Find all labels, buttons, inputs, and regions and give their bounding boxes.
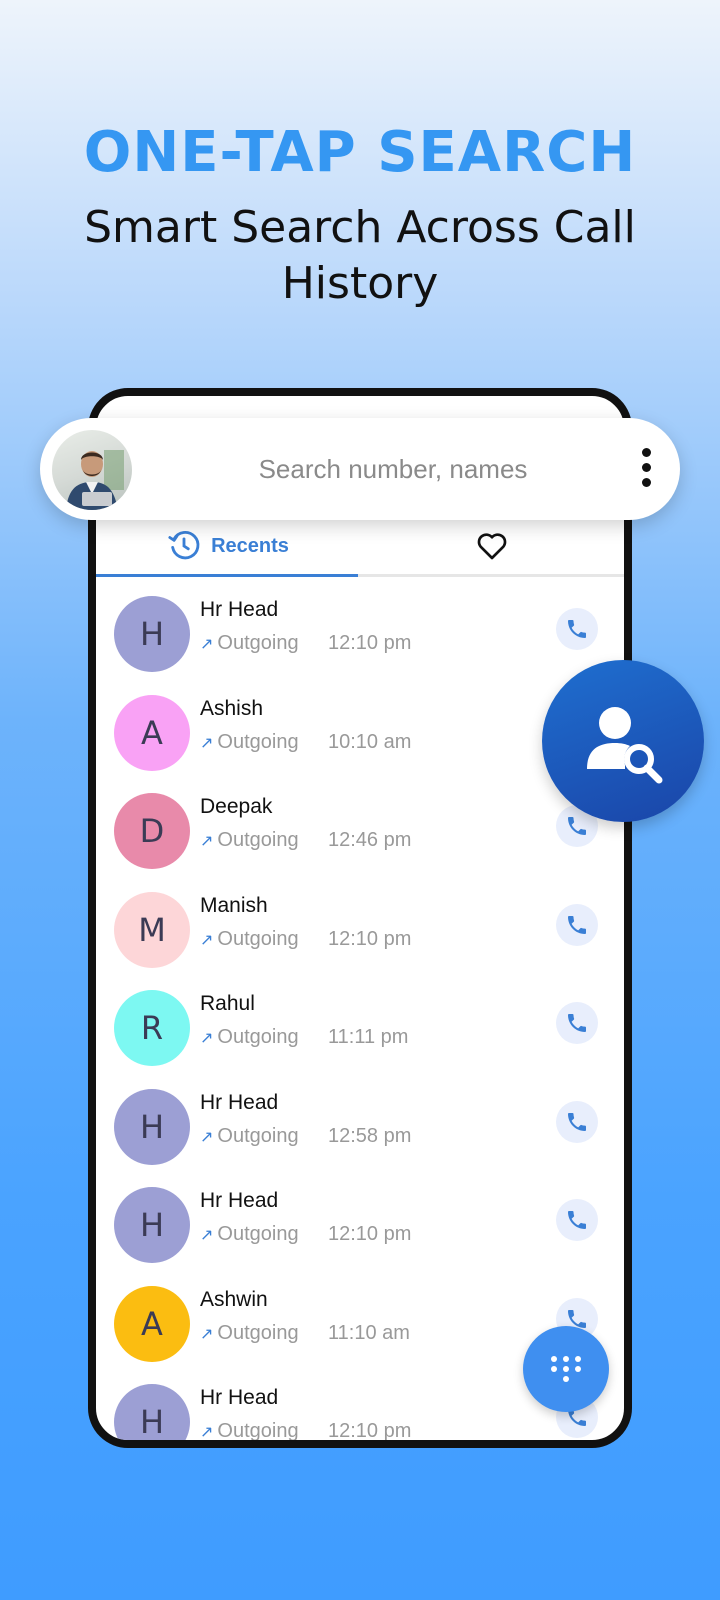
person-search-icon [587,707,663,784]
contact-avatar: R [114,990,190,1066]
history-icon [168,531,200,560]
outgoing-arrow-icon: ↗ [200,1325,214,1343]
outgoing-arrow-icon: ↗ [200,1227,214,1244]
contact-avatar: H [114,1384,190,1440]
call-button[interactable] [556,1199,598,1241]
contact-name: Deepak [200,795,273,818]
outgoing-arrow-icon: ↗ [200,636,214,653]
call-row[interactable]: H Hr Head ↗ Outgoing 12:10 pm [96,1177,624,1276]
call-direction: ↗ Outgoing [200,1321,299,1344]
call-row[interactable]: M Manish ↗ Outgoing 12:10 pm [96,882,624,981]
tab-bar: Recents [96,516,624,576]
contact-name: Hr Head [200,598,279,621]
call-row[interactable]: H Hr Head ↗ Outgoing 12:58 pm [96,1079,624,1178]
contact-name: Manish [200,893,268,917]
call-button[interactable] [556,1100,598,1143]
call-direction: ↗ Outgoing [200,829,299,851]
user-avatar[interactable] [52,430,132,510]
contact-name: Rahul [200,992,255,1015]
tab-recents[interactable]: Recents [96,516,360,576]
outgoing-arrow-icon: ↗ [200,1424,214,1441]
tab-active-indicator [96,574,358,577]
call-time: 12:10 pm [328,1420,412,1442]
call-row[interactable]: R Rahul ↗ Outgoing 11:11 pm [96,980,624,1079]
contact-avatar: A [114,694,190,771]
call-direction: ↗ Outgoing [200,1420,299,1442]
contact-avatar: A [114,1285,190,1362]
phone-icon [568,817,586,835]
call-time: 11:10 am [328,1321,410,1344]
contact-name: Hr Head [200,1090,279,1114]
more-vertical-icon[interactable] [634,448,658,490]
dialpad-button[interactable] [523,1326,609,1412]
contact-name: Hr Head [200,1386,279,1409]
outgoing-arrow-icon: ↗ [200,931,214,949]
call-button[interactable] [556,1002,598,1044]
call-row[interactable]: D Deepak ↗ Outgoing 12:46 pm [96,783,624,882]
call-time: 10:10 am [328,730,412,753]
phone-icon [568,1112,586,1131]
phone-icon [568,620,586,638]
contact-name: Ashwin [200,1287,268,1311]
call-direction: ↗ Outgoing [200,730,299,753]
tab-favorites[interactable] [360,516,624,576]
promo-subheadline: Smart Search Across Call History [84,202,636,309]
promo-headline: ONE-TAP SEARCH [83,120,637,185]
user-photo-icon [66,450,124,510]
call-direction: ↗ Outgoing [200,927,299,950]
call-time: 12:10 pm [328,1223,412,1245]
call-button[interactable] [556,608,598,650]
outgoing-arrow-icon: ↗ [200,833,214,850]
call-direction: ↗ Outgoing [200,1026,299,1048]
call-time: 12:46 pm [328,829,412,851]
contact-name: Hr Head [200,1189,279,1212]
search-bar[interactable]: Search number, names [40,418,680,520]
call-direction: ↗ Outgoing [200,632,299,654]
heart-icon [477,533,507,560]
phone-icon [568,915,586,934]
call-row[interactable]: H Hr Head ↗ Outgoing 12:10 pm [96,586,624,685]
outgoing-arrow-icon: ↗ [200,734,214,752]
contact-avatar: M [114,891,190,968]
call-list: H Hr Head ↗ Outgoing 12:10 pm A Ashish ↗ O… [96,586,624,1442]
outgoing-arrow-icon: ↗ [200,1030,214,1047]
outgoing-arrow-icon: ↗ [200,1128,214,1146]
phone-icon [568,1211,586,1229]
call-time: 11:11 pm [328,1026,409,1048]
call-direction: ↗ Outgoing [200,1223,299,1245]
contact-avatar: H [114,1088,190,1165]
call-direction: ↗ Outgoing [200,1124,299,1147]
person-search-button[interactable] [542,660,704,822]
phone-icon [568,1014,586,1032]
call-time: 12:58 pm [328,1124,412,1147]
contact-avatar: H [114,1187,190,1263]
contact-name: Ashish [200,696,264,720]
contact-avatar: H [114,596,190,672]
call-time: 12:10 pm [328,632,412,654]
phone-frame: Recents H Hr Head ↗ Outgoing 12:10 pm A A… [88,388,632,1448]
contact-avatar: D [114,793,190,869]
call-time: 12:10 pm [328,927,412,950]
call-button[interactable] [556,903,598,946]
tab-recents-label: Recents [211,534,289,557]
dialpad-icon [551,1356,581,1382]
search-input[interactable]: Search number, names [158,418,628,520]
